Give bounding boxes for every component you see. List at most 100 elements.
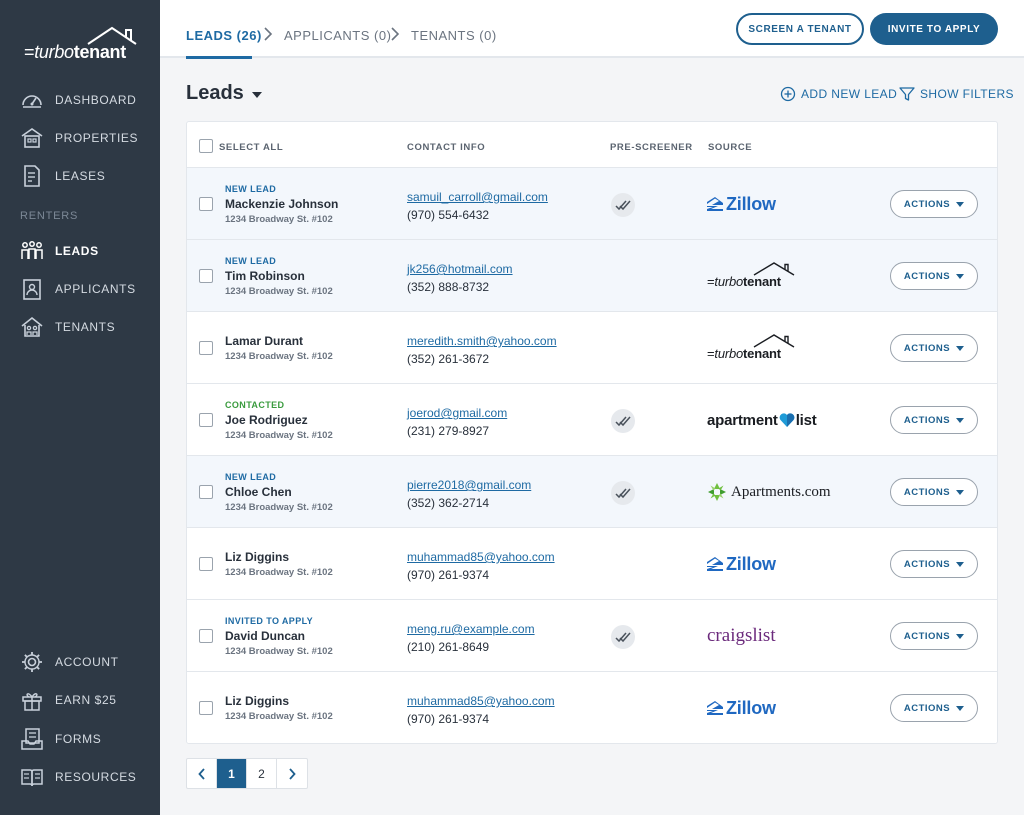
nav-label: TENANTS — [55, 320, 116, 334]
turbotenant-source-wordmark: =turbotenant — [707, 274, 781, 289]
row-checkbox[interactable] — [199, 485, 213, 499]
prescreener-badge — [611, 625, 635, 649]
actions-label: ACTIONS — [903, 486, 951, 498]
actions-dropdown-button[interactable]: ACTIONS — [890, 334, 978, 362]
nav-properties[interactable]: PROPERTIES — [20, 126, 138, 150]
row-checkbox[interactable] — [199, 413, 213, 427]
row-checkbox[interactable] — [199, 701, 213, 715]
lead-address: 1234 Broadway St. #102 — [225, 351, 333, 362]
table-row[interactable]: Lamar Durant 1234 Broadway St. #102 meredi… — [187, 312, 997, 384]
actions-dropdown-button[interactable]: ACTIONS — [890, 262, 978, 290]
heart-icon — [779, 413, 795, 427]
nav-label: RESOURCES — [55, 770, 137, 784]
tenant-house-icon — [21, 316, 43, 337]
header-source: SOURCE — [708, 142, 753, 153]
building-icon — [21, 128, 43, 148]
nav-label: LEADS — [55, 244, 99, 258]
lead-phone: (352) 888-8732 — [407, 280, 490, 294]
apartment-list-logo: apartment list — [707, 412, 817, 429]
nav-leads[interactable]: LEADS — [20, 239, 99, 263]
actions-label: ACTIONS — [903, 702, 951, 714]
header-contact-info: CONTACT INFO — [407, 142, 486, 153]
page-2-button[interactable]: 2 — [247, 759, 277, 788]
caret-down-icon — [956, 633, 965, 639]
lead-name: Chloe Chen — [225, 485, 292, 499]
table-row[interactable]: Liz Diggins 1234 Broadway St. #102 muhamma… — [187, 672, 997, 743]
people-icon — [21, 241, 43, 259]
invite-to-apply-button[interactable]: INVITE TO APPLY — [870, 13, 998, 45]
double-check-icon — [615, 632, 631, 643]
screen-tenant-button[interactable]: SCREEN A TENANT — [736, 13, 864, 45]
select-all-checkbox[interactable] — [199, 139, 213, 153]
actions-label: ACTIONS — [903, 630, 951, 642]
nav-applicants[interactable]: APPLICANTS — [20, 277, 136, 301]
table-row[interactable]: INVITED TO APPLY David Duncan 1234 Broadwa… — [187, 600, 997, 672]
nav-dashboard[interactable]: DASHBOARD — [20, 88, 136, 112]
lead-phone: (970) 554-6432 — [407, 208, 490, 222]
turbotenant-source-wordmark: =turbotenant — [707, 346, 781, 361]
actions-dropdown-button[interactable]: ACTIONS — [890, 550, 978, 578]
active-tab-indicator — [186, 56, 252, 59]
row-checkbox[interactable] — [199, 269, 213, 283]
actions-dropdown-button[interactable]: ACTIONS — [890, 622, 978, 650]
row-checkbox[interactable] — [199, 341, 213, 355]
zillow-mark-icon — [707, 197, 723, 211]
double-check-icon — [615, 200, 631, 211]
show-filters-button[interactable]: SHOW FILTERS — [899, 86, 1014, 102]
tab-tenants[interactable]: TENANTS (0) — [411, 28, 497, 43]
lead-email-link[interactable]: muhammad85@yahoo.com — [407, 550, 555, 564]
table-row[interactable]: CONTACTED Joe Rodriguez 1234 Broadway St. … — [187, 384, 997, 456]
lead-source: Zillow — [707, 694, 776, 722]
row-checkbox[interactable] — [199, 197, 213, 211]
lead-status-badge: CONTACTED — [225, 400, 285, 410]
actions-dropdown-button[interactable]: ACTIONS — [890, 190, 978, 218]
lead-status-badge: NEW LEAD — [225, 184, 277, 194]
nav-label: PROPERTIES — [55, 131, 139, 145]
turbotenant-source-logo: =turbotenant — [707, 334, 799, 362]
zillow-text: Zillow — [726, 193, 776, 214]
lead-phone: (210) 261-8649 — [407, 640, 490, 654]
table-row[interactable]: NEW LEAD Mackenzie Johnson 1234 Broadway S… — [187, 168, 997, 240]
row-checkbox[interactable] — [199, 557, 213, 571]
top-bar: LEADS (26) APPLICANTS (0) TENANTS (0) SC… — [160, 0, 1024, 59]
actions-dropdown-button[interactable]: ACTIONS — [890, 406, 978, 434]
tab-applicants[interactable]: APPLICANTS (0) — [284, 28, 391, 43]
page-title-dropdown[interactable]: Leads — [186, 82, 262, 105]
lead-email-link[interactable]: samuil_carroll@gmail.com — [407, 190, 548, 204]
lead-email-link[interactable]: joerod@gmail.com — [407, 406, 507, 420]
zillow-logo: Zillow — [707, 194, 776, 215]
next-page-button[interactable] — [277, 759, 307, 788]
lead-address: 1234 Broadway St. #102 — [225, 567, 333, 578]
chevron-left-icon — [197, 767, 205, 780]
tab-leads[interactable]: LEADS (26) — [186, 28, 262, 43]
turbotenant-logo[interactable]: =turbotenant — [24, 24, 142, 64]
row-checkbox[interactable] — [199, 629, 213, 643]
nav-tenants[interactable]: TENANTS — [20, 315, 115, 339]
actions-dropdown-button[interactable]: ACTIONS — [890, 694, 978, 722]
gear-icon — [22, 652, 42, 672]
lead-email-link[interactable]: muhammad85@yahoo.com — [407, 694, 555, 708]
plus-circle-icon — [780, 86, 796, 102]
lead-name: Mackenzie Johnson — [225, 197, 339, 211]
gift-icon — [22, 693, 42, 711]
lead-source: =turbotenant — [707, 262, 799, 290]
lead-email-link[interactable]: meredith.smith@yahoo.com — [407, 334, 557, 348]
table-row[interactable]: NEW LEAD Tim Robinson 1234 Broadway St. #1… — [187, 240, 997, 312]
lead-email-link[interactable]: meng.ru@example.com — [407, 622, 535, 636]
lead-email-link[interactable]: pierre2018@gmail.com — [407, 478, 531, 492]
nav-forms[interactable]: FORMS — [20, 727, 101, 751]
table-row[interactable]: NEW LEAD Chloe Chen 1234 Broadway St. #102… — [187, 456, 997, 528]
nav-account[interactable]: ACCOUNT — [20, 650, 119, 674]
actions-dropdown-button[interactable]: ACTIONS — [890, 478, 978, 506]
page-1-button[interactable]: 1 — [217, 759, 247, 788]
nav-earn[interactable]: EARN $25 — [20, 688, 117, 712]
table-row[interactable]: Liz Diggins 1234 Broadway St. #102 muhamma… — [187, 528, 997, 600]
add-new-lead-button[interactable]: ADD NEW LEAD — [780, 86, 897, 102]
lead-email-link[interactable]: jk256@hotmail.com — [407, 262, 513, 276]
logo-wordmark: =turbotenant — [24, 42, 126, 62]
nav-resources[interactable]: RESOURCES — [20, 765, 136, 789]
nav-leases[interactable]: LEASES — [20, 164, 105, 188]
double-check-icon — [615, 488, 631, 499]
actions-label: ACTIONS — [903, 342, 951, 354]
prev-page-button[interactable] — [187, 759, 217, 788]
